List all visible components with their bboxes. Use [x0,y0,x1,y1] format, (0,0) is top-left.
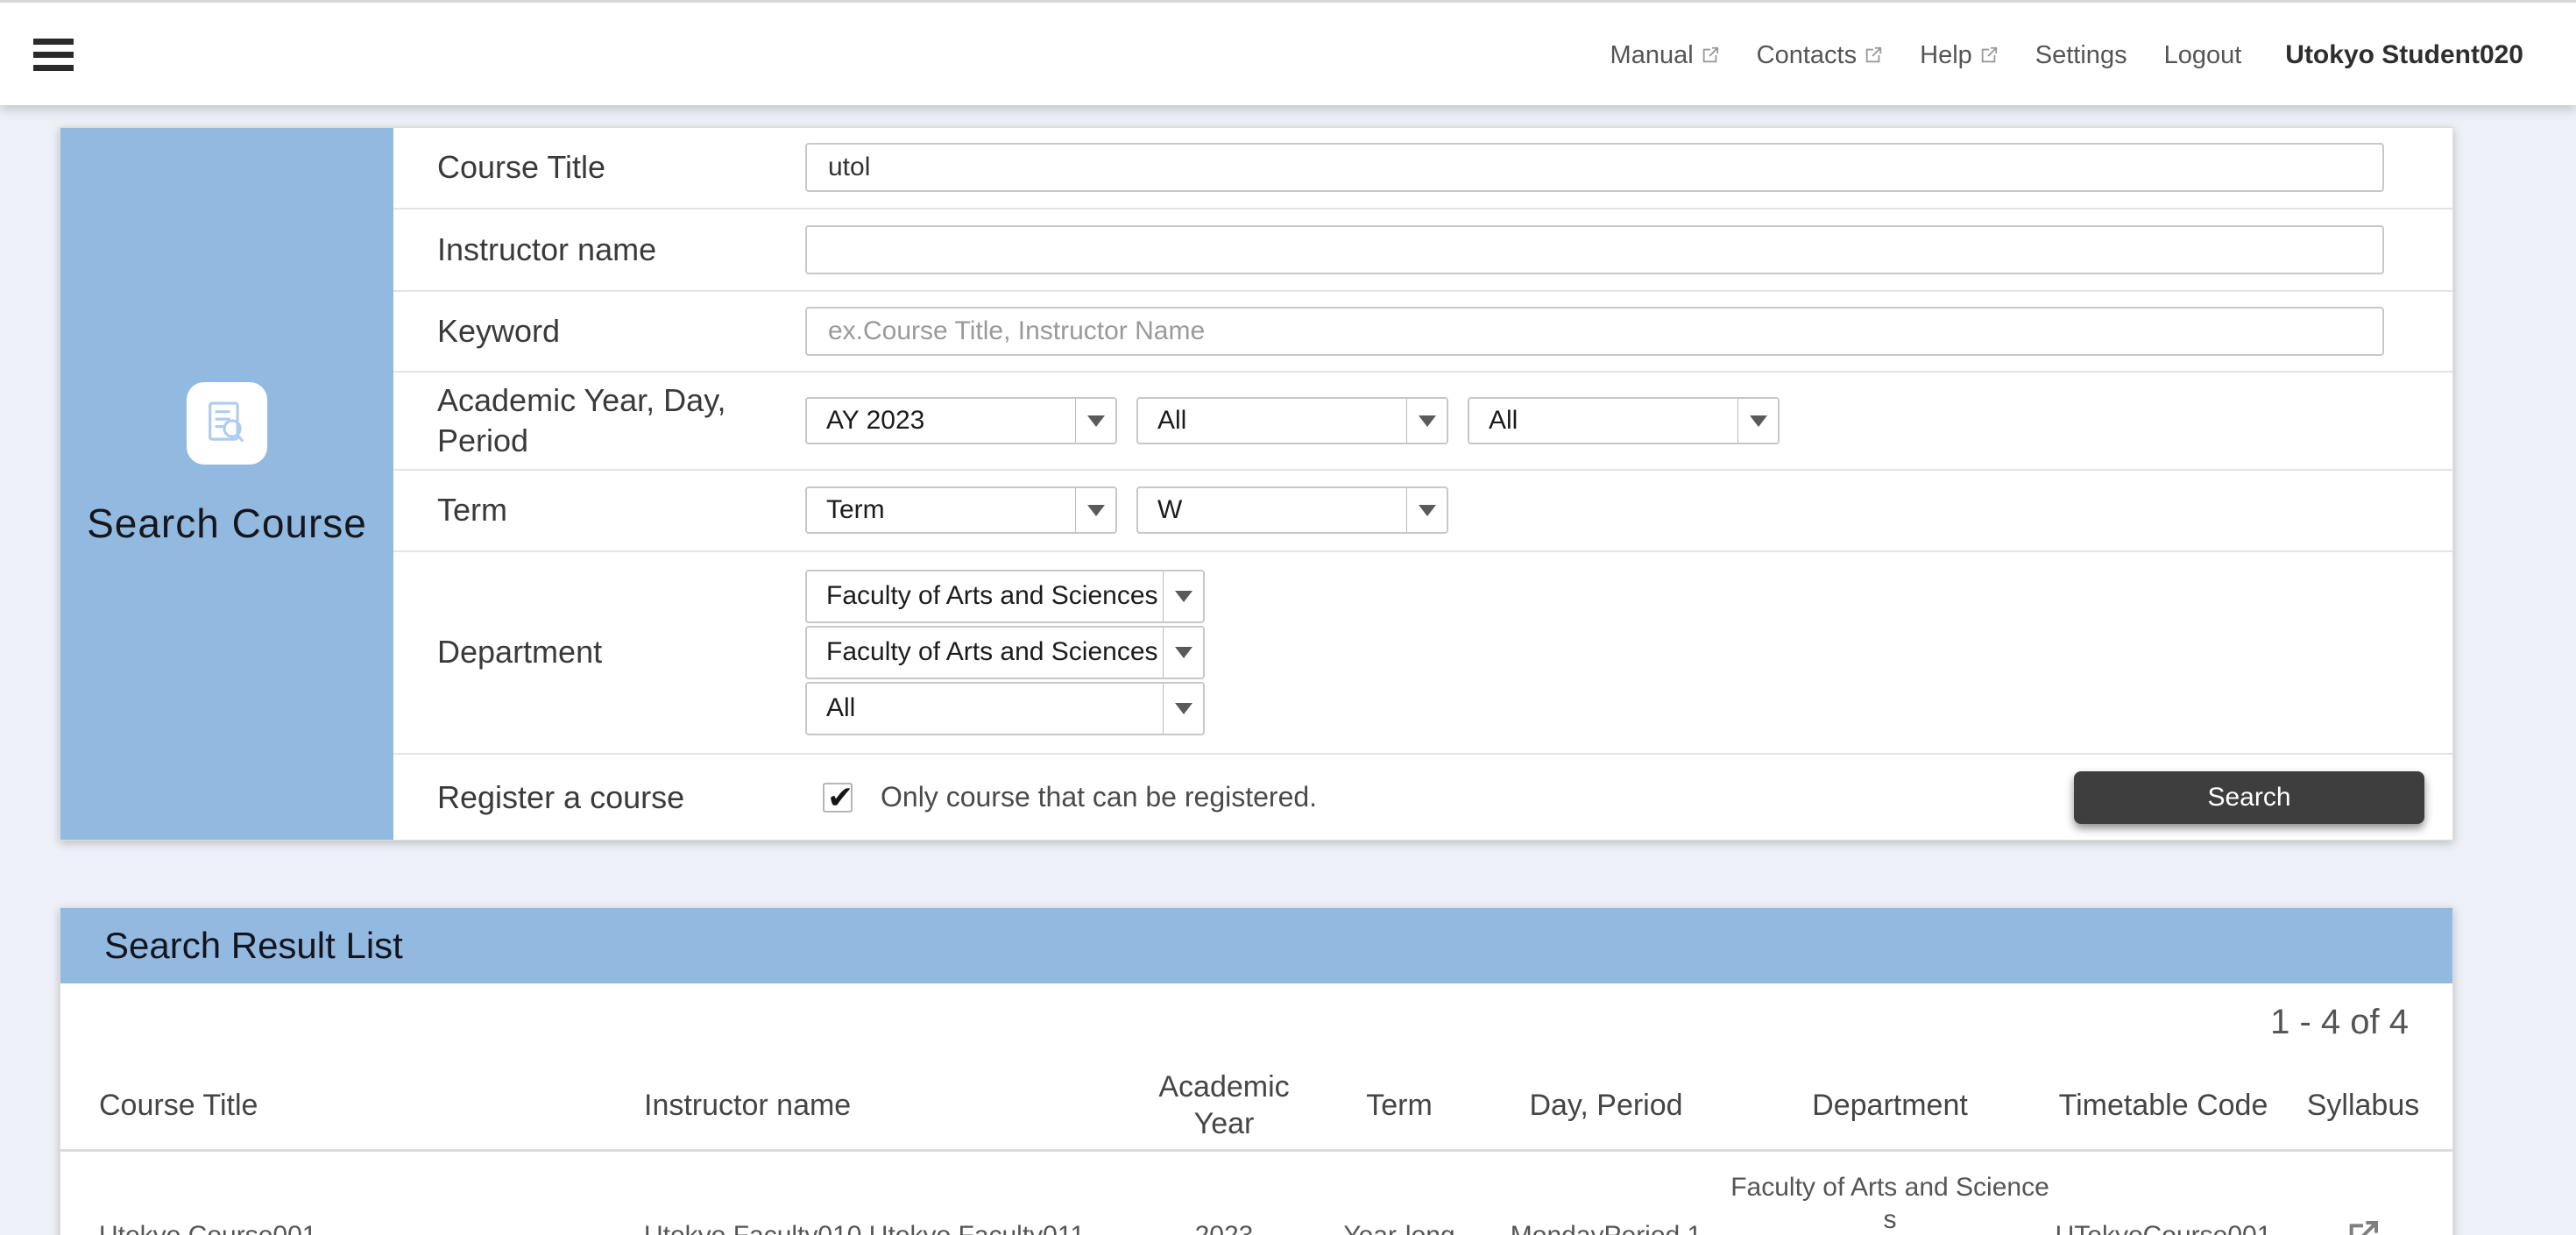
ay-day-period-label: Academic Year, Day, Period [393,380,805,461]
term-type-select[interactable]: Term [805,486,1117,534]
registerable-only-checkbox[interactable]: ✔ [823,783,853,813]
day-select[interactable]: All [1136,397,1448,444]
result-table-header: Course Title Instructor name Academic Ye… [60,1061,2452,1152]
department-level2-select[interactable]: Faculty of Arts and Sciences F… [805,626,1205,679]
col-term: Term [1312,1080,1487,1131]
form-row-keyword: Keyword [393,292,2452,373]
search-course-title: Search Course [87,500,367,547]
chevron-down-icon [1175,703,1192,714]
keyword-input[interactable] [805,307,2384,356]
academic-year-select[interactable]: AY 2023 [805,397,1117,444]
course-title-input[interactable] [805,143,2384,192]
form-row-instructor: Instructor name [393,209,2452,292]
keyword-label: Keyword [393,311,805,351]
registerable-only-label: Only course that can be registered. [881,781,1317,813]
form-row-course-title: Course Title [393,128,2452,209]
chevron-down-icon [1419,415,1436,427]
academic-year-value: AY 2023 [807,399,1075,443]
col-timetable-code: Timetable Code [2055,1080,2272,1131]
syllabus-external-link-icon[interactable] [2346,1218,2381,1235]
instructor-label: Instructor name [393,230,805,270]
search-button[interactable]: Search [2074,771,2424,824]
cell-department: Faculty of Arts and Sciences Faculty of … [1725,1160,2055,1235]
cell-syllabus [2272,1208,2454,1235]
chevron-down-icon [1175,647,1192,658]
search-course-panel: Search Course Course Title Instructor na… [60,127,2453,841]
term-value: W [1138,488,1406,532]
search-course-icon [187,382,267,465]
form-row-register: Register a course ✔ Only course that can… [393,755,2452,840]
course-title-label: Course Title [393,147,805,188]
period-value: All [1469,399,1737,443]
check-icon: ✔ [827,779,853,816]
form-row-term: Term Term W [393,471,2452,552]
period-select[interactable]: All [1468,397,1780,444]
search-course-side-panel: Search Course [60,128,393,840]
chevron-down-icon [1087,505,1105,516]
term-type-value: Term [807,488,1075,532]
col-department: Department [1725,1080,2055,1131]
nav-contacts-label: Contacts [1757,41,1857,70]
chevron-down-icon [1175,591,1192,602]
department-level3-select[interactable]: All [805,682,1205,735]
day-value: All [1138,399,1406,443]
nav-manual-label: Manual [1610,41,1694,70]
cell-course-title-link[interactable]: Utokyo Course001 [60,1210,604,1235]
col-instructor: Instructor name [604,1080,1136,1131]
cell-term: Year-long [1312,1210,1487,1235]
department-entry: Faculty of Arts and Sciences [1730,1171,2049,1235]
instructor-input[interactable] [805,225,2384,274]
nav-contacts-link[interactable]: Contacts [1757,41,1883,70]
nav-settings-label: Settings [2035,41,2127,70]
col-syllabus: Syllabus [2272,1080,2454,1131]
col-course-title: Course Title [60,1080,604,1131]
department-level3-value: All [807,684,1163,734]
term-value-select[interactable]: W [1136,486,1448,534]
cell-academic-year: 2023 [1136,1210,1312,1235]
department-label: Department [393,632,805,672]
col-academic-year: Academic Year [1136,1061,1312,1149]
search-result-panel: Search Result List 1 - 4 of 4 Course Tit… [60,907,2453,1235]
cell-instructor: Utokyo Faculty010,Utokyo Faculty011 [604,1210,1136,1235]
department-level2-value: Faculty of Arts and Sciences F… [807,628,1163,678]
nav-logout-link[interactable]: Logout [2164,41,2242,70]
external-link-icon [1979,46,1999,65]
external-link-icon [1701,46,1720,65]
form-row-ay-day-period: Academic Year, Day, Period AY 2023 All A… [393,373,2452,471]
hamburger-menu-icon[interactable] [33,39,74,71]
nav-settings-link[interactable]: Settings [2035,41,2127,70]
result-count: 1 - 4 of 4 [60,983,2452,1061]
form-row-department: Department Faculty of Arts and Sciences … [393,552,2452,755]
top-header: Manual Contacts Help Settings [0,0,2576,105]
result-list-header: Search Result List [60,908,2452,983]
table-row: Utokyo Course001 Utokyo Faculty010,Utoky… [60,1152,2452,1235]
chevron-down-icon [1419,505,1436,516]
nav-help-link[interactable]: Help [1920,41,1999,70]
nav-logout-label: Logout [2164,41,2242,70]
col-day-period: Day, Period [1487,1080,1725,1131]
result-list-title: Search Result List [104,925,403,967]
department-level1-select[interactable]: Faculty of Arts and Sciences [805,570,1205,623]
chevron-down-icon [1750,415,1767,427]
logged-in-user-name: Utokyo Student020 [2285,40,2523,70]
register-label: Register a course [393,777,805,818]
page: Manual Contacts Help Settings [0,0,2576,1235]
cell-day-period: MondayPeriod 1 [1487,1210,1725,1235]
external-link-icon [1864,46,1883,65]
top-nav: Manual Contacts Help Settings [1610,3,2523,108]
term-label: Term [393,490,805,530]
nav-manual-link[interactable]: Manual [1610,41,1720,70]
nav-help-label: Help [1920,41,1972,70]
cell-timetable-code: UTokyoCourse001 [2055,1210,2272,1235]
department-level1-value: Faculty of Arts and Sciences [807,571,1163,621]
search-form: Course Title Instructor name Keyword [393,128,2452,840]
chevron-down-icon [1087,415,1105,427]
